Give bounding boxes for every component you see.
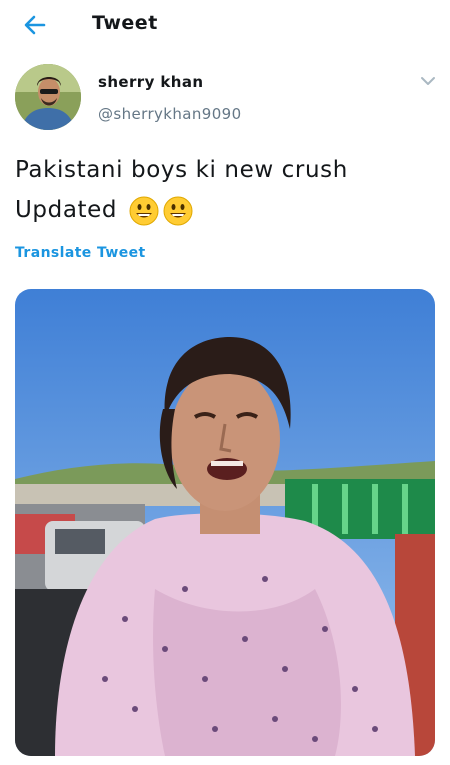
- page-title: Tweet: [92, 12, 158, 34]
- chevron-down-icon[interactable]: [419, 72, 437, 90]
- avatar-portrait: [15, 64, 81, 130]
- video-frame: [15, 289, 435, 756]
- avatar[interactable]: [15, 64, 81, 130]
- translate-tweet-link[interactable]: Translate Tweet: [15, 245, 146, 261]
- tweet-text: Pakistani boys ki new crush Updated: [15, 150, 435, 230]
- author-name[interactable]: sherry khan: [98, 73, 203, 91]
- tweet-media-video[interactable]: [15, 289, 435, 756]
- author-handle[interactable]: @sherrykhan9090: [98, 105, 242, 123]
- tweet-text-updated: Updated: [15, 197, 118, 223]
- tweet-text-line-1: Pakistani boys ki new crush: [15, 157, 348, 183]
- grinning-face-icon: [129, 196, 159, 225]
- arrow-left-icon[interactable]: [22, 12, 48, 38]
- grinning-face-icon: [163, 196, 193, 225]
- top-bar: Tweet: [0, 0, 450, 50]
- tweet-text-line-2: Updated: [15, 190, 435, 230]
